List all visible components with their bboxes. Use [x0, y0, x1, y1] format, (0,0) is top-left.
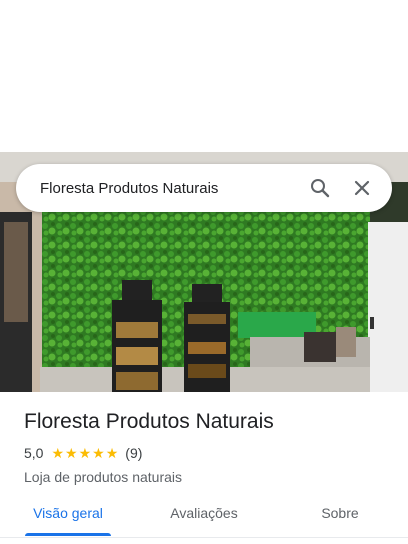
tab-about[interactable]: Sobre	[272, 490, 408, 536]
tab-overview[interactable]: Visão geral	[0, 490, 136, 536]
search-button[interactable]	[302, 170, 338, 206]
tab-reviews[interactable]: Avaliações	[136, 490, 272, 536]
place-tabs: Visão geral Avaliações Sobre	[0, 490, 408, 538]
star-icon: ★	[65, 445, 78, 461]
rating-row[interactable]: 5,0 ★ ★ ★ ★ ★ (9)	[24, 443, 394, 463]
star-icon: ★	[92, 445, 105, 461]
star-icon: ★	[51, 445, 65, 461]
star-icon: ★	[78, 445, 92, 461]
place-category: Loja de produtos naturais	[24, 469, 182, 485]
search-icon	[311, 179, 330, 198]
search-input[interactable]: Floresta Produtos Naturais	[40, 180, 296, 197]
place-info: Floresta Produtos Naturais 5,0 ★ ★ ★ ★ ★…	[24, 406, 394, 487]
search-bar: Floresta Produtos Naturais	[16, 164, 392, 212]
place-title: Floresta Produtos Naturais	[24, 410, 274, 433]
rating-value: 5,0	[24, 445, 44, 461]
star-icon: ★	[105, 445, 119, 461]
rating-stars: ★ ★ ★ ★ ★	[51, 446, 119, 460]
close-icon	[354, 180, 370, 196]
review-count[interactable]: (9)	[125, 445, 142, 461]
clear-search-button[interactable]	[344, 170, 380, 206]
tab-divider	[0, 537, 408, 538]
